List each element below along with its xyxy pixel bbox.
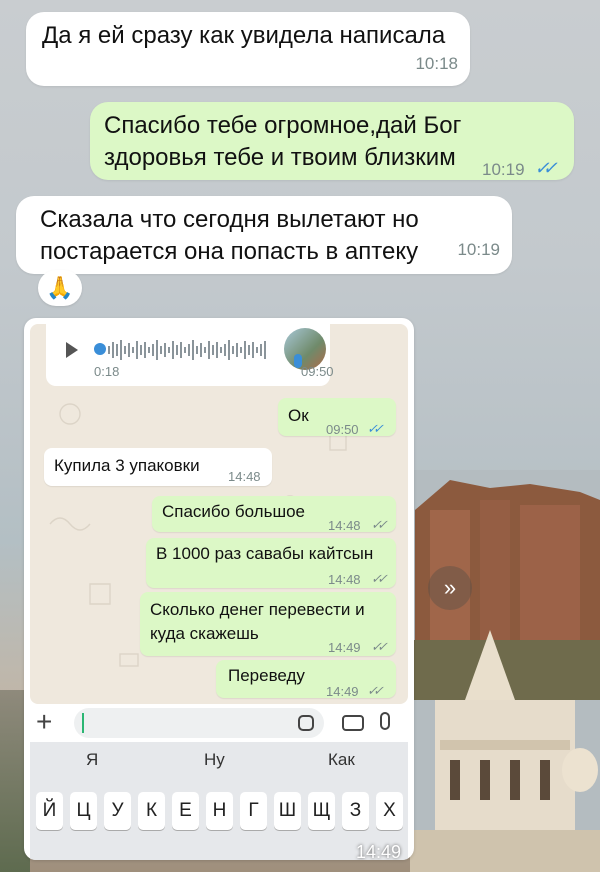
voice-duration: 0:18 <box>94 364 120 379</box>
screenshot-overlay-time: 14:49 <box>356 842 402 860</box>
suggestion-3[interactable]: Как <box>328 750 355 770</box>
message-incoming[interactable]: Купила 3 упаковки 14:48 <box>44 448 272 486</box>
message-time: 14:49 <box>326 684 359 699</box>
message-outgoing[interactable]: Ок 09:50 ✓✓ <box>278 398 396 437</box>
message-text: Спасибо большое <box>162 502 305 521</box>
key[interactable]: Х <box>376 792 403 830</box>
camera-icon[interactable] <box>342 715 364 731</box>
mic-icon[interactable] <box>380 712 390 730</box>
message-time: 09:50 <box>326 422 359 437</box>
message-time: 10:18 <box>415 54 458 73</box>
sent-ticks-icon: ✓✓ <box>370 571 386 586</box>
message-time: 14:48 <box>328 572 361 587</box>
key[interactable]: Ш <box>274 792 301 830</box>
forward-icon[interactable]: » <box>428 566 472 610</box>
message-text: Переведу <box>228 666 305 685</box>
voice-progress-dot[interactable] <box>94 343 106 355</box>
key[interactable]: Щ <box>308 792 335 830</box>
background-photo <box>410 470 600 872</box>
message-text: Спасибо тебе огромное,дай Бог здоровья т… <box>104 112 462 171</box>
message-outgoing[interactable]: В 1000 раз савабы кайтсын 14:48 ✓✓ <box>146 538 396 588</box>
sticker-icon[interactable] <box>298 715 314 731</box>
voice-message[interactable]: 0:18 09:50 <box>46 324 334 386</box>
reaction-badge[interactable]: 🙏 <box>38 270 82 306</box>
key[interactable]: Й <box>36 792 63 830</box>
message-time: 14:48 <box>228 469 261 484</box>
key[interactable]: З <box>342 792 369 830</box>
screenshot-chat: 0:18 09:50 Ок 09:50 ✓✓ Купила 3 упаковки… <box>30 324 408 704</box>
message-incoming-1[interactable]: Да я ей сразу как увидела написала 10:18 <box>26 12 470 86</box>
suggestion-1[interactable]: Я <box>86 750 98 770</box>
message-incoming-2[interactable]: Сказала что сегодня вылетают но постарае… <box>16 196 512 274</box>
message-time: 14:48 <box>328 518 361 533</box>
message-text: Да я ей сразу как увидела написала <box>42 22 446 49</box>
key[interactable]: Ц <box>70 792 97 830</box>
message-input-bar: + <box>30 704 408 744</box>
message-text: Купила 3 упаковки <box>54 456 200 475</box>
message-outgoing[interactable]: Спасибо большое 14:48 ✓✓ <box>152 496 396 533</box>
suggestion-2[interactable]: Ну <box>204 750 225 770</box>
key[interactable]: Н <box>206 792 233 830</box>
message-text: Сказала что сегодня вылетают но постарае… <box>40 206 419 265</box>
message-time: 10:19 <box>482 160 525 179</box>
message-outgoing-1[interactable]: Спасибо тебе огромное,дай Бог здоровья т… <box>90 102 574 180</box>
message-text: Ок <box>288 406 309 425</box>
key[interactable]: Г <box>240 792 267 830</box>
key[interactable]: К <box>138 792 165 830</box>
message-time: 10:19 <box>457 240 500 259</box>
waveform <box>108 340 266 360</box>
message-input[interactable] <box>74 708 324 738</box>
voice-time: 09:50 <box>301 364 334 379</box>
keyboard: Я Ну Как Й Ц У К Е Н Г Ш Щ З Х 14:49 <box>30 742 408 860</box>
message-outgoing[interactable]: Сколько денег перевести и куда скажешь 1… <box>140 592 396 656</box>
key[interactable]: Е <box>172 792 199 830</box>
play-icon[interactable] <box>66 342 78 358</box>
message-text: В 1000 раз савабы кайтсын <box>156 544 374 563</box>
screenshot-image[interactable]: 0:18 09:50 Ок 09:50 ✓✓ Купила 3 упаковки… <box>24 318 414 860</box>
message-time: 14:49 <box>328 640 361 655</box>
text-cursor <box>82 713 84 733</box>
key[interactable]: У <box>104 792 131 830</box>
read-ticks-icon: ✓✓ <box>533 158 555 178</box>
message-outgoing[interactable]: Переведу 14:49 ✓✓ <box>216 660 396 699</box>
attach-plus-icon[interactable]: + <box>36 706 52 738</box>
